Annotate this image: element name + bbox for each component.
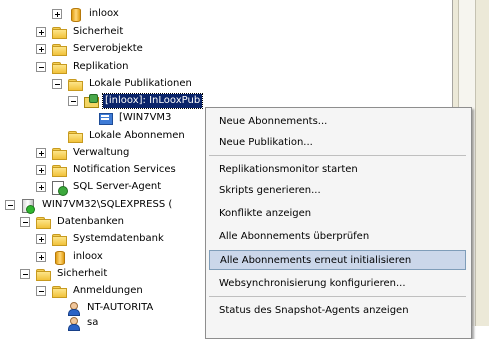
menu-item-label: Websynchronisierung konfigurieren... — [219, 277, 406, 289]
menu-item-label: Neue Abonnements... — [219, 115, 328, 127]
tree-node-anmeldungen[interactable]: Anmeldungen — [36, 283, 145, 299]
tree-node-login-sa[interactable]: sa — [65, 315, 100, 331]
folder-icon — [51, 25, 67, 39]
tree-node-label: WIN7VM32\SQLEXPRESS ( — [42, 199, 173, 210]
collapse-icon[interactable] — [20, 269, 30, 279]
menu-item-generate-scripts[interactable]: Skripts generieren... — [209, 180, 466, 200]
tree-node-label: Sicherheit — [57, 268, 108, 279]
user-icon — [65, 316, 81, 331]
tree-node-sicherheit[interactable]: Sicherheit — [36, 24, 125, 40]
menu-separator — [209, 155, 466, 156]
menu-item-reinitialize-all-subscriptions[interactable]: Alle Abonnements erneut initialisieren — [209, 250, 466, 270]
folder-icon — [67, 77, 83, 91]
expand-icon[interactable] — [52, 9, 62, 19]
menu-item-view-snapshot-agent-status[interactable]: Status des Snapshot-Agents anzeigen — [209, 300, 466, 320]
tree-node-systemdatenbanken[interactable]: Systemdatenbank — [36, 231, 166, 247]
menu-item-configure-web-sync[interactable]: Websynchronisierung konfigurieren... — [209, 273, 466, 293]
folder-icon — [51, 232, 67, 246]
agent-icon — [51, 180, 68, 196]
collapse-icon[interactable] — [36, 62, 46, 72]
expand-icon[interactable] — [36, 234, 46, 244]
folder-icon — [35, 267, 51, 281]
server-icon — [20, 198, 36, 214]
tree-node-sql-server-agent[interactable]: SQL Server-Agent — [36, 179, 163, 196]
collapse-icon[interactable] — [20, 217, 30, 227]
tree-node-label: [inloox]: InLooxPub — [101, 93, 204, 109]
tree-node-server[interactable]: WIN7VM32\SQLEXPRESS ( — [5, 197, 174, 214]
tree-node-label: Anmeldungen — [73, 285, 143, 296]
tree-node-lokale-publikationen[interactable]: Lokale Publikationen — [52, 76, 194, 92]
tree-node-label: inloox — [89, 8, 119, 19]
folder-icon — [51, 146, 67, 160]
collapse-icon[interactable] — [36, 286, 46, 296]
tree-node-label: Systemdatenbank — [73, 233, 164, 244]
menu-item-label: Neue Publikation... — [219, 136, 313, 148]
tree-node-label: Lokale Abonnemen — [89, 130, 185, 141]
menu-item-label: Alle Abonnements überprüfen — [219, 230, 370, 242]
tree-node-label: Notification Services — [73, 164, 176, 175]
menu-item-label: Skripts generieren... — [219, 184, 321, 196]
tree-node-verwaltung[interactable]: Verwaltung — [36, 145, 131, 161]
menu-item-validate-all-subscriptions[interactable]: Alle Abonnements überprüfen — [209, 226, 466, 246]
expand-icon[interactable] — [36, 44, 46, 54]
tree-node-replikation[interactable]: Replikation — [36, 59, 130, 75]
database-icon — [67, 7, 83, 22]
menu-item-view-conflicts[interactable]: Konflikte anzeigen — [209, 203, 466, 223]
expand-icon[interactable] — [36, 252, 46, 262]
tree-node-inloox-db[interactable]: inloox — [36, 249, 105, 265]
folder-icon — [35, 215, 51, 229]
tree-node-label: Datenbanken — [57, 216, 124, 227]
menu-item-start-replication-monitor[interactable]: Replikationsmonitor starten — [209, 159, 466, 179]
tree-node-label: Serverobjekte — [73, 43, 143, 54]
tree-node-label: sa — [87, 317, 99, 328]
menu-item-label: Replikationsmonitor starten — [219, 163, 358, 175]
database-icon — [51, 250, 67, 265]
folder-icon — [51, 163, 67, 177]
user-icon — [65, 301, 81, 316]
folder-icon — [51, 284, 67, 298]
tree-node-login-nt-autoritaet[interactable]: NT-AUTORITA — [65, 300, 155, 316]
expand-icon[interactable] — [36, 165, 46, 175]
tree-node-label: Lokale Publikationen — [89, 78, 192, 89]
context-menu: Neue Abonnements... Neue Publikation... … — [205, 107, 472, 339]
tree-node-label: Sicherheit — [73, 26, 124, 37]
tree-node-label: Replikation — [73, 61, 129, 72]
tree-node-label: SQL Server-Agent — [73, 181, 162, 192]
tree-node-lokale-abonnements[interactable]: Lokale Abonnemen — [67, 128, 187, 144]
collapse-icon[interactable] — [68, 96, 78, 106]
collapse-icon[interactable] — [52, 79, 62, 89]
tree-node-datenbanken[interactable]: Datenbanken — [20, 214, 126, 230]
tree-node-notification-services[interactable]: Notification Services — [36, 162, 178, 178]
tree-node-subscription[interactable]: [WIN7VM3 — [97, 110, 173, 126]
folder-icon — [51, 42, 67, 56]
tree-node-publication[interactable]: [inloox]: InLooxPub — [68, 93, 204, 109]
expand-icon[interactable] — [36, 148, 46, 158]
menu-item-label: Status des Snapshot-Agents anzeigen — [219, 304, 409, 316]
folder-icon — [67, 129, 83, 143]
tree-node-label: NT-AUTORITA — [87, 302, 154, 313]
menu-separator — [209, 296, 466, 297]
menu-item-new-subscriptions[interactable]: Neue Abonnements... — [209, 111, 466, 131]
menu-item-label: Konflikte anzeigen — [219, 207, 312, 219]
publication-icon — [83, 94, 99, 108]
tree-node-sicherheit-2[interactable]: Sicherheit — [20, 266, 109, 282]
menu-item-label: Alle Abonnements erneut initialisieren — [220, 254, 412, 266]
tree-node-label: Verwaltung — [73, 147, 130, 158]
subscription-icon — [97, 111, 113, 125]
tree-node-label: [WIN7VM3 — [119, 112, 172, 123]
tree-node-label: inloox — [73, 251, 103, 262]
expand-icon[interactable] — [36, 27, 46, 37]
collapse-icon[interactable] — [5, 200, 15, 210]
tree-node-inloox[interactable]: inloox — [52, 6, 121, 22]
tree-node-serverobjekte[interactable]: Serverobjekte — [36, 41, 145, 57]
folder-icon — [51, 60, 67, 74]
menu-item-new-publication[interactable]: Neue Publikation... — [209, 132, 466, 152]
expand-icon[interactable] — [36, 182, 46, 192]
